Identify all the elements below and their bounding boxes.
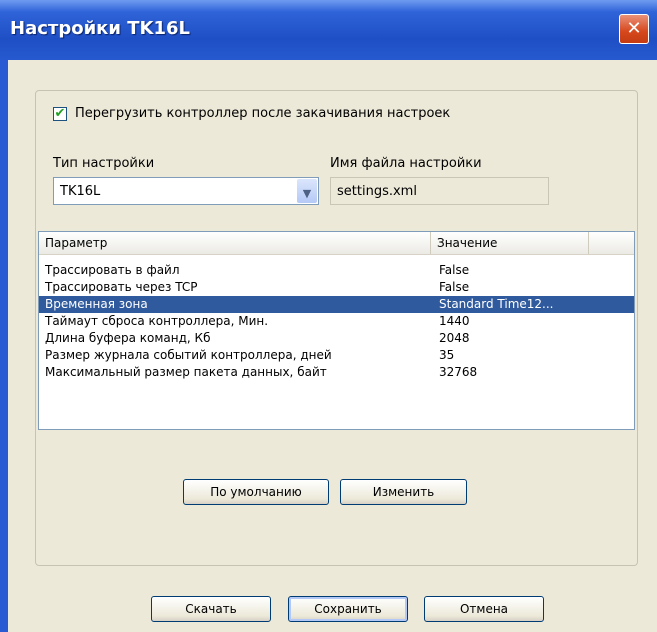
title-bar[interactable]: Настройки TK16L ✕ (0, 0, 657, 60)
table-row[interactable]: Размер журнала событий контроллера, дней… (39, 347, 634, 364)
defaults-button[interactable]: По умолчанию (183, 479, 329, 505)
param-value: 32768 (439, 365, 478, 379)
reboot-checkbox-label[interactable]: Перегрузить контроллер после закачивания… (75, 106, 450, 121)
save-button[interactable]: Сохранить (288, 596, 408, 622)
close-button[interactable]: ✕ (619, 14, 649, 44)
window-title: Настройки TK16L (10, 18, 191, 39)
settings-file-label: Имя файла настройки (330, 156, 482, 171)
param-name: Размер журнала событий контроллера, дней (45, 348, 332, 362)
column-header-param[interactable]: Параметр (39, 232, 431, 254)
dropdown-button[interactable]: ▼ (297, 179, 317, 203)
param-name: Максимальный размер пакета данных, байт (45, 365, 327, 379)
window-border (0, 60, 8, 632)
reboot-checkbox[interactable]: ✔ (53, 106, 67, 121)
param-name: Длина буфера команд, Кб (45, 331, 211, 345)
table-row[interactable]: Таймаут сброса контроллера, Мин. 1440 (39, 313, 634, 330)
table-row[interactable]: Трассировать через TCP False (39, 279, 634, 296)
param-value: 35 (439, 348, 455, 362)
column-header-value[interactable]: Значение (431, 232, 589, 254)
settings-dialog: Настройки TK16L ✕ ✔ Перегрузить контролл… (0, 0, 657, 632)
cancel-button[interactable]: Отмена (424, 596, 544, 622)
check-icon: ✔ (54, 106, 66, 121)
param-value: False (439, 280, 470, 294)
param-name: Трассировать в файл (45, 263, 180, 277)
dialog-body: ✔ Перегрузить контроллер после закачиван… (8, 60, 657, 632)
params-table[interactable]: Параметр Значение Трассировать в файл Fa… (38, 231, 635, 430)
settings-type-select[interactable]: TK16L ▼ (53, 177, 319, 205)
settings-file-value: settings.xml (337, 184, 417, 199)
table-row[interactable]: Длина буфера команд, Кб 2048 (39, 330, 634, 347)
table-row[interactable]: Трассировать в файл False (39, 262, 634, 279)
table-row[interactable]: Максимальный размер пакета данных, байт … (39, 364, 634, 381)
param-value: 1440 (439, 314, 470, 328)
param-name: Трассировать через TCP (45, 280, 198, 294)
chevron-down-icon: ▼ (302, 187, 312, 200)
download-button[interactable]: Скачать (151, 596, 271, 622)
param-value: 2048 (439, 331, 470, 345)
change-button[interactable]: Изменить (340, 479, 467, 505)
settings-type-label: Тип настройки (53, 156, 155, 171)
table-header: Параметр Значение (39, 232, 634, 255)
param-name: Временная зона (45, 297, 148, 311)
close-icon: ✕ (626, 18, 642, 39)
param-name: Таймаут сброса контроллера, Мин. (45, 314, 269, 328)
param-value: Standard Time12... (439, 297, 554, 311)
param-value: False (439, 263, 470, 277)
settings-type-value: TK16L (60, 184, 101, 199)
table-row-selected[interactable]: Временная зона Standard Time12... (39, 296, 634, 313)
settings-file-field: settings.xml (330, 177, 549, 205)
